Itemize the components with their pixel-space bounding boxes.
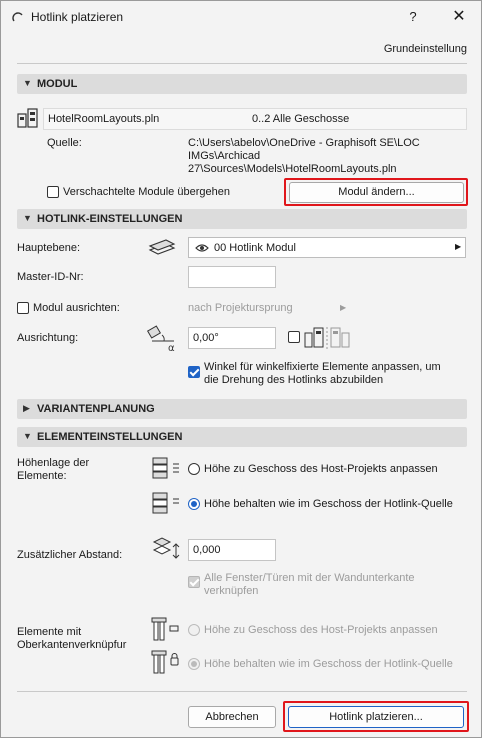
height-option-host-radio[interactable]	[188, 463, 200, 475]
eye-icon	[195, 244, 209, 252]
preset-label[interactable]: Grundeinstellung	[384, 43, 467, 55]
archicad-spinner-icon	[12, 12, 23, 22]
orientation-input[interactable]: 0,00°	[188, 327, 276, 349]
height-keep-source-icon	[152, 492, 179, 514]
mirror-module-icon	[304, 327, 350, 349]
orientation-label: Ausrichtung:	[17, 332, 79, 344]
title-bar: Hotlink platzieren ? ✕	[1, 1, 481, 33]
chevron-right-icon: ▶	[455, 242, 462, 251]
extra-offset-label: Zusätzlicher Abstand:	[17, 549, 123, 561]
adjust-angle-label-line-1: Winkel für winkelfixierte Elemente anpas…	[204, 361, 441, 373]
change-module-button[interactable]: Modul ändern...	[289, 182, 464, 203]
top-link-source-icon	[151, 650, 179, 674]
align-module-value[interactable]: nach Projektursprung	[188, 302, 293, 314]
top-option-source-label: Höhe behalten wie im Geschoss der Hotlin…	[204, 658, 453, 670]
collapse-icon: ▼	[23, 213, 32, 223]
story-stack-icon	[148, 239, 176, 255]
chevron-right-icon[interactable]: ▶	[340, 303, 346, 312]
section-hotlink-settings[interactable]: ▼ HOTLINK-EINSTELLUNGEN	[17, 209, 467, 229]
collapse-icon: ▼	[23, 431, 32, 441]
module-file-name: HotelRoomLayouts.pln	[48, 113, 160, 125]
place-hotlink-button[interactable]: Hotlink platzieren...	[288, 706, 464, 728]
footer-divider	[17, 691, 467, 692]
master-id-input[interactable]	[188, 266, 276, 288]
section-modul[interactable]: ▼ MODUL	[17, 74, 467, 94]
window-title: Hotlink platzieren	[31, 10, 124, 24]
section-element-settings[interactable]: ▼ ELEMENTEINSTELLUNGEN	[17, 427, 467, 447]
main-story-select[interactable]: 00 Hotlink Modul ▶	[188, 237, 466, 258]
height-option-source-radio[interactable]	[188, 498, 200, 510]
section-title: HOTLINK-EINSTELLUNGEN	[37, 213, 183, 225]
top-link-label-line-1: Elemente mit	[17, 626, 82, 638]
module-file-icon	[17, 108, 38, 128]
source-path-line-3: 27\Sources\Models\HotelRoomLayouts.pln	[188, 163, 397, 175]
top-option-host-radio[interactable]	[188, 624, 200, 636]
svg-text:α: α	[168, 343, 175, 353]
header-divider	[17, 63, 467, 64]
top-option-host-label: Höhe zu Geschoss des Host-Projekts anpas…	[204, 624, 438, 636]
link-doors-label-line-1: Alle Fenster/Türen mit der Wandunterkant…	[204, 572, 415, 584]
height-label-line-2: Elemente:	[17, 470, 67, 482]
top-link-label-line-2: Oberkantenverknüpfur	[17, 639, 127, 651]
link-doors-checkbox[interactable]	[188, 576, 200, 588]
source-path-line-2: IMGs\Archicad	[188, 150, 261, 162]
adjust-angle-label-line-2: die Drehung des Hotlinks abzubilden	[204, 374, 384, 386]
source-path-line-1: C:\Users\abelov\OneDrive - Graphisoft SE…	[188, 137, 420, 149]
main-story-label: Hauptebene:	[17, 242, 80, 254]
collapse-icon: ▼	[23, 78, 32, 88]
extra-offset-input[interactable]: 0,000	[188, 539, 276, 561]
section-title: ELEMENTEINSTELLUNGEN	[37, 431, 183, 443]
cancel-button[interactable]: Abbrechen	[188, 706, 276, 728]
module-stories: 0..2 Alle Geschosse	[252, 113, 350, 125]
adjust-angle-checkbox[interactable]	[188, 366, 200, 378]
rotation-angle-icon: α	[146, 325, 175, 353]
align-module-checkbox[interactable]	[17, 302, 29, 314]
height-option-host-label: Höhe zu Geschoss des Host-Projekts anpas…	[204, 463, 438, 475]
mirror-checkbox[interactable]	[288, 331, 300, 343]
expand-icon: ▶	[23, 403, 30, 413]
dialog-window: Hotlink platzieren ? ✕ Grundeinstellung …	[0, 0, 482, 738]
module-file-field: HotelRoomLayouts.pln 0..2 Alle Geschosse	[43, 108, 467, 130]
link-doors-label-line-2: verknüpfen	[204, 585, 259, 597]
skip-nested-label: Verschachtelte Module übergehen	[63, 186, 230, 198]
height-option-source-label: Höhe behalten wie im Geschoss der Hotlin…	[204, 498, 453, 510]
top-link-host-icon	[151, 617, 179, 641]
top-option-source-radio[interactable]	[188, 658, 200, 670]
align-module-label: Modul ausrichten:	[33, 302, 120, 314]
master-id-label: Master-ID-Nr:	[17, 271, 84, 283]
offset-icon	[152, 537, 180, 559]
skip-nested-checkbox[interactable]	[47, 186, 59, 198]
help-button[interactable]: ?	[399, 5, 427, 29]
main-story-value: 00 Hotlink Modul	[214, 242, 296, 254]
close-button[interactable]: ✕	[445, 5, 473, 29]
height-to-host-icon	[152, 457, 179, 479]
section-title: MODUL	[37, 78, 78, 90]
source-label: Quelle:	[47, 137, 82, 149]
height-label-line-1: Höhenlage der	[17, 457, 90, 469]
section-variant-planning[interactable]: ▶ VARIANTENPLANUNG	[17, 399, 467, 419]
section-title: VARIANTENPLANUNG	[37, 403, 155, 415]
